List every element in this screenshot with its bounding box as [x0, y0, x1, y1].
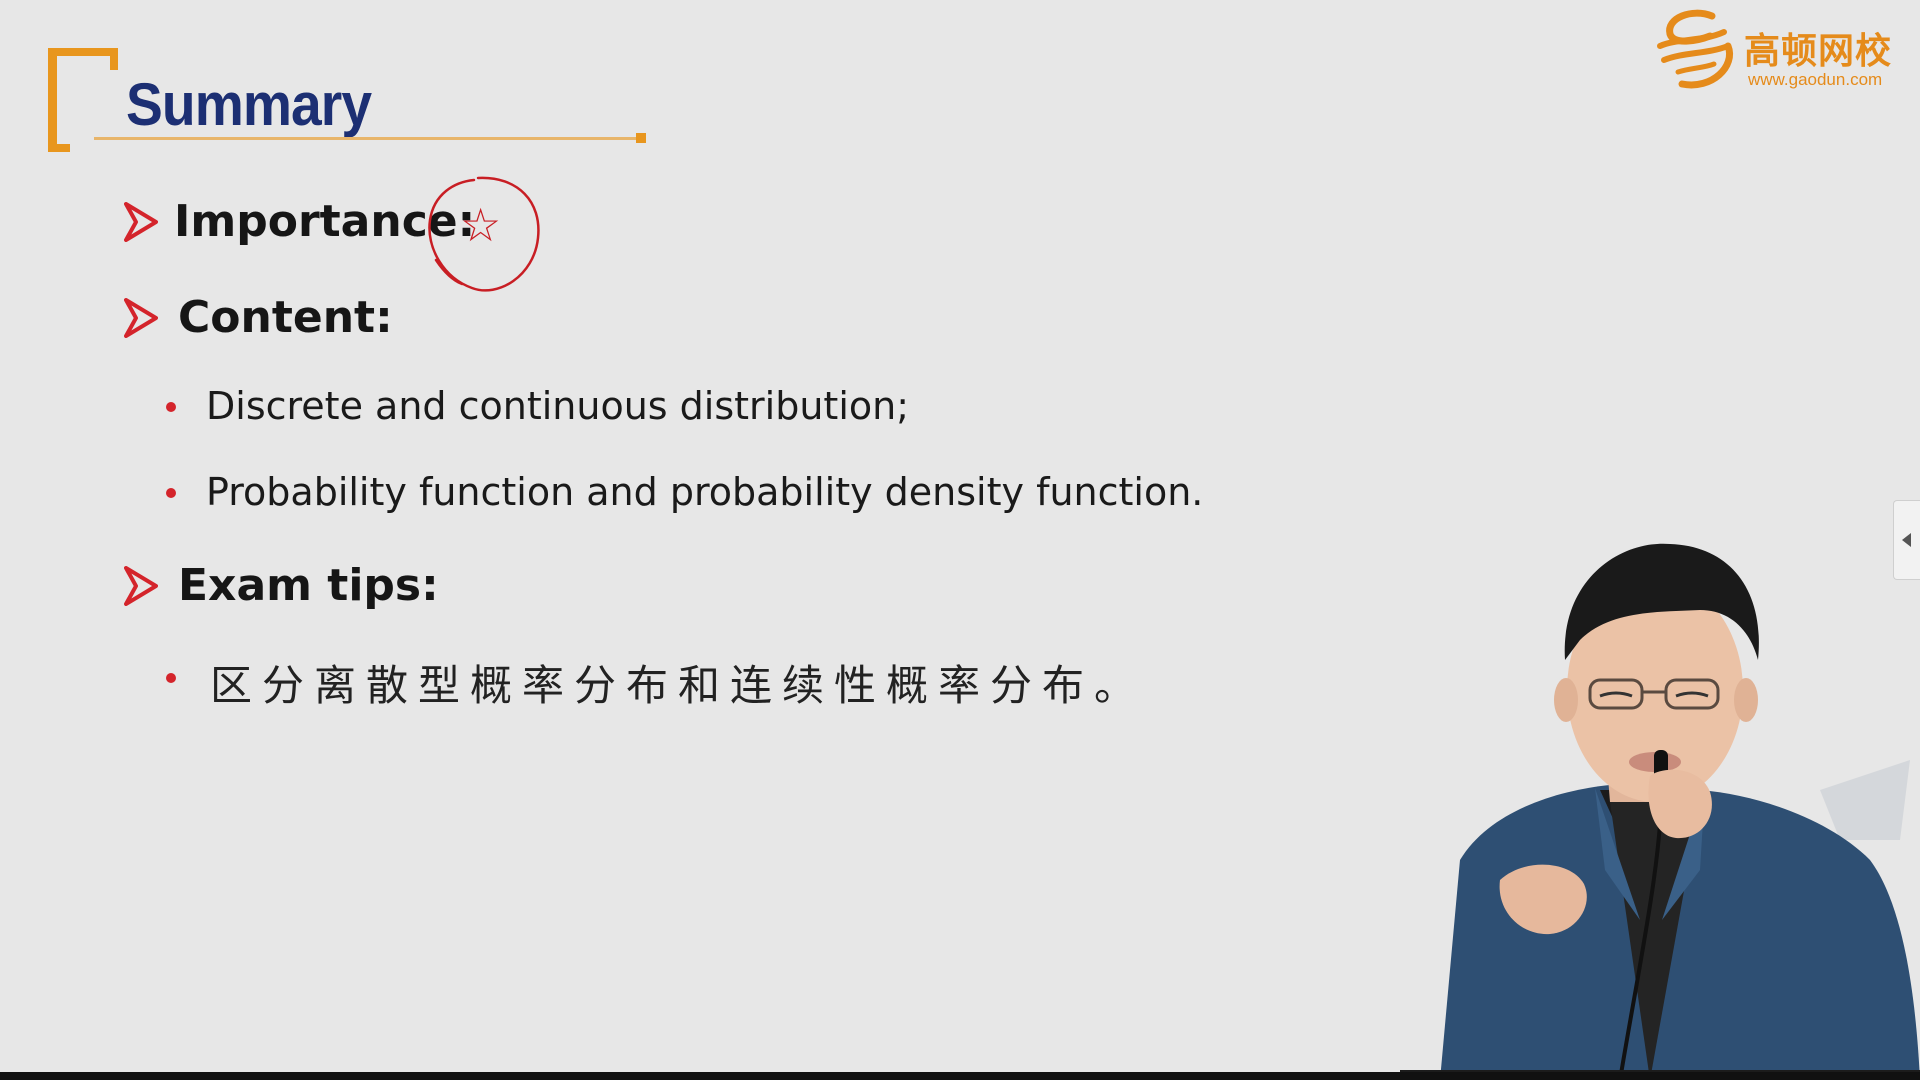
exam-tips-heading: Exam tips: [178, 560, 439, 611]
slide-title: Summary [126, 71, 372, 138]
brand-logo: 高顿网校 www.gaodun.com [1652, 6, 1916, 92]
arrow-right-icon [124, 298, 158, 338]
handwritten-circle-annotation [428, 176, 540, 292]
content-item: Discrete and continuous distribution; [206, 384, 910, 428]
exam-tips-item: 区分离散型概率分布和连续性概率分布。 [210, 661, 1147, 710]
title-underline [94, 137, 639, 140]
content-heading: Content: [178, 292, 393, 343]
brand-logo-text: 高顿网校 [1744, 31, 1893, 72]
presenter-video [1400, 543, 1920, 1080]
bullet-icon [166, 673, 176, 683]
lecture-slide: Summary 高顿网校 www.gaodun.com Importance: … [0, 0, 1920, 1080]
brand-logo-url: www.gaodun.com [1748, 70, 1883, 89]
arrow-right-icon [124, 566, 158, 606]
brand-logo-mark-icon [1657, 9, 1733, 89]
title-underline-dot [636, 133, 646, 143]
bullet-icon [166, 488, 176, 498]
arrow-right-icon [124, 202, 158, 242]
content-item: Probability function and probability den… [206, 470, 1204, 514]
bullet-icon [166, 402, 176, 412]
video-bottom-bar [0, 1072, 1920, 1080]
